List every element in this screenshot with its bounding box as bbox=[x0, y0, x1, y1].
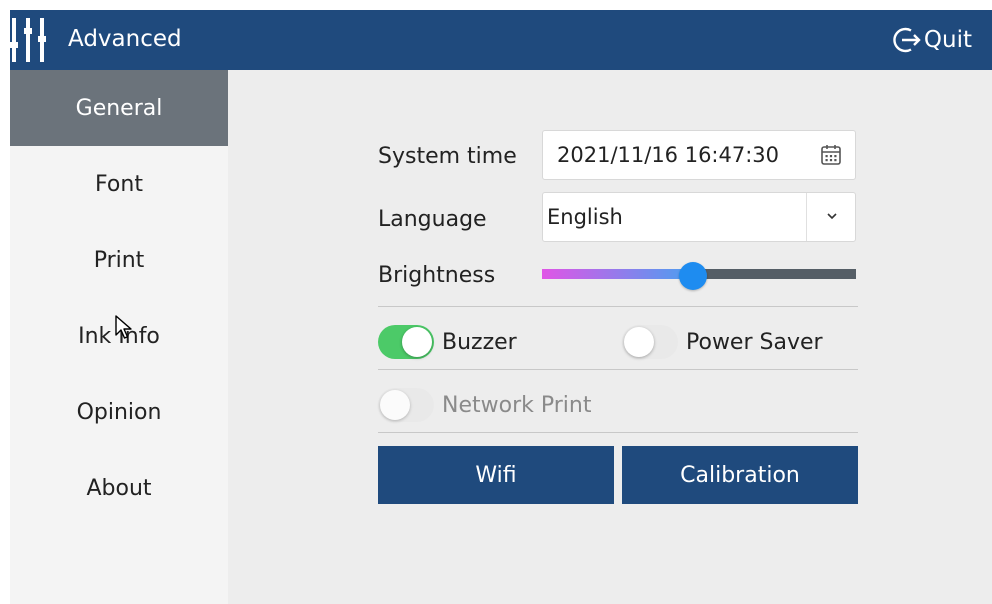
calibration-button-label: Calibration bbox=[680, 462, 800, 488]
calendar-icon[interactable] bbox=[819, 143, 843, 167]
buzzer-toggle-row[interactable]: Buzzer bbox=[378, 325, 517, 359]
sidebar-item-label: Opinion bbox=[76, 399, 162, 425]
page-title: Advanced bbox=[68, 26, 182, 52]
sidebar-item-label: Ink Info bbox=[78, 323, 160, 349]
power-saver-toggle[interactable] bbox=[622, 325, 678, 359]
system-time-label: System time bbox=[378, 144, 517, 169]
system-time-value: 2021/11/16 16:47:30 bbox=[557, 143, 780, 167]
language-value: English bbox=[547, 205, 623, 229]
title-bar: Advanced Quit bbox=[10, 10, 992, 70]
chevron-down-icon[interactable] bbox=[825, 210, 839, 222]
sidebar-item-label: General bbox=[75, 95, 163, 121]
logout-arrow-icon bbox=[893, 27, 921, 53]
network-print-toggle-row[interactable]: Network Print bbox=[378, 388, 591, 422]
network-print-label: Network Print bbox=[442, 392, 592, 418]
toggle-knob bbox=[624, 327, 654, 357]
toggle-knob bbox=[380, 390, 410, 420]
quit-label: Quit bbox=[923, 27, 972, 53]
language-select[interactable]: English bbox=[542, 192, 856, 242]
sidebar-item-label: Font bbox=[95, 171, 143, 197]
network-print-toggle[interactable] bbox=[378, 388, 434, 422]
divider bbox=[378, 369, 858, 370]
system-time-field[interactable]: 2021/11/16 16:47:30 bbox=[542, 130, 856, 180]
sidebar-item-ink-info[interactable]: Ink Info bbox=[10, 298, 228, 374]
divider bbox=[378, 306, 858, 307]
language-label: Language bbox=[378, 207, 487, 232]
sidebar-item-about[interactable]: About bbox=[10, 450, 228, 526]
brightness-slider[interactable] bbox=[542, 262, 856, 290]
calibration-button[interactable]: Calibration bbox=[622, 446, 858, 504]
sidebar: General Font Print Ink Info Opinion Abou… bbox=[10, 70, 228, 604]
sidebar-item-general[interactable]: General bbox=[10, 70, 228, 146]
settings-window: Advanced Quit General Font Print Ink Inf… bbox=[10, 10, 992, 604]
slider-thumb[interactable] bbox=[678, 262, 707, 290]
brightness-label: Brightness bbox=[378, 263, 496, 288]
select-divider bbox=[806, 193, 807, 241]
sliders-icon bbox=[10, 18, 46, 62]
sidebar-item-font[interactable]: Font bbox=[10, 146, 228, 222]
power-saver-toggle-row[interactable]: Power Saver bbox=[622, 325, 823, 359]
toggle-knob bbox=[402, 327, 432, 357]
wifi-button[interactable]: Wifi bbox=[378, 446, 614, 504]
divider bbox=[378, 432, 858, 433]
sidebar-item-label: Print bbox=[93, 247, 145, 273]
power-saver-label: Power Saver bbox=[686, 329, 823, 355]
sidebar-item-print[interactable]: Print bbox=[10, 222, 228, 298]
quit-button[interactable]: Quit bbox=[892, 22, 972, 58]
wifi-button-label: Wifi bbox=[475, 462, 517, 488]
sidebar-item-opinion[interactable]: Opinion bbox=[10, 374, 228, 450]
sidebar-item-label: About bbox=[86, 475, 152, 501]
buzzer-label: Buzzer bbox=[442, 329, 517, 355]
slider-fill bbox=[542, 269, 693, 279]
buzzer-toggle[interactable] bbox=[378, 325, 434, 359]
